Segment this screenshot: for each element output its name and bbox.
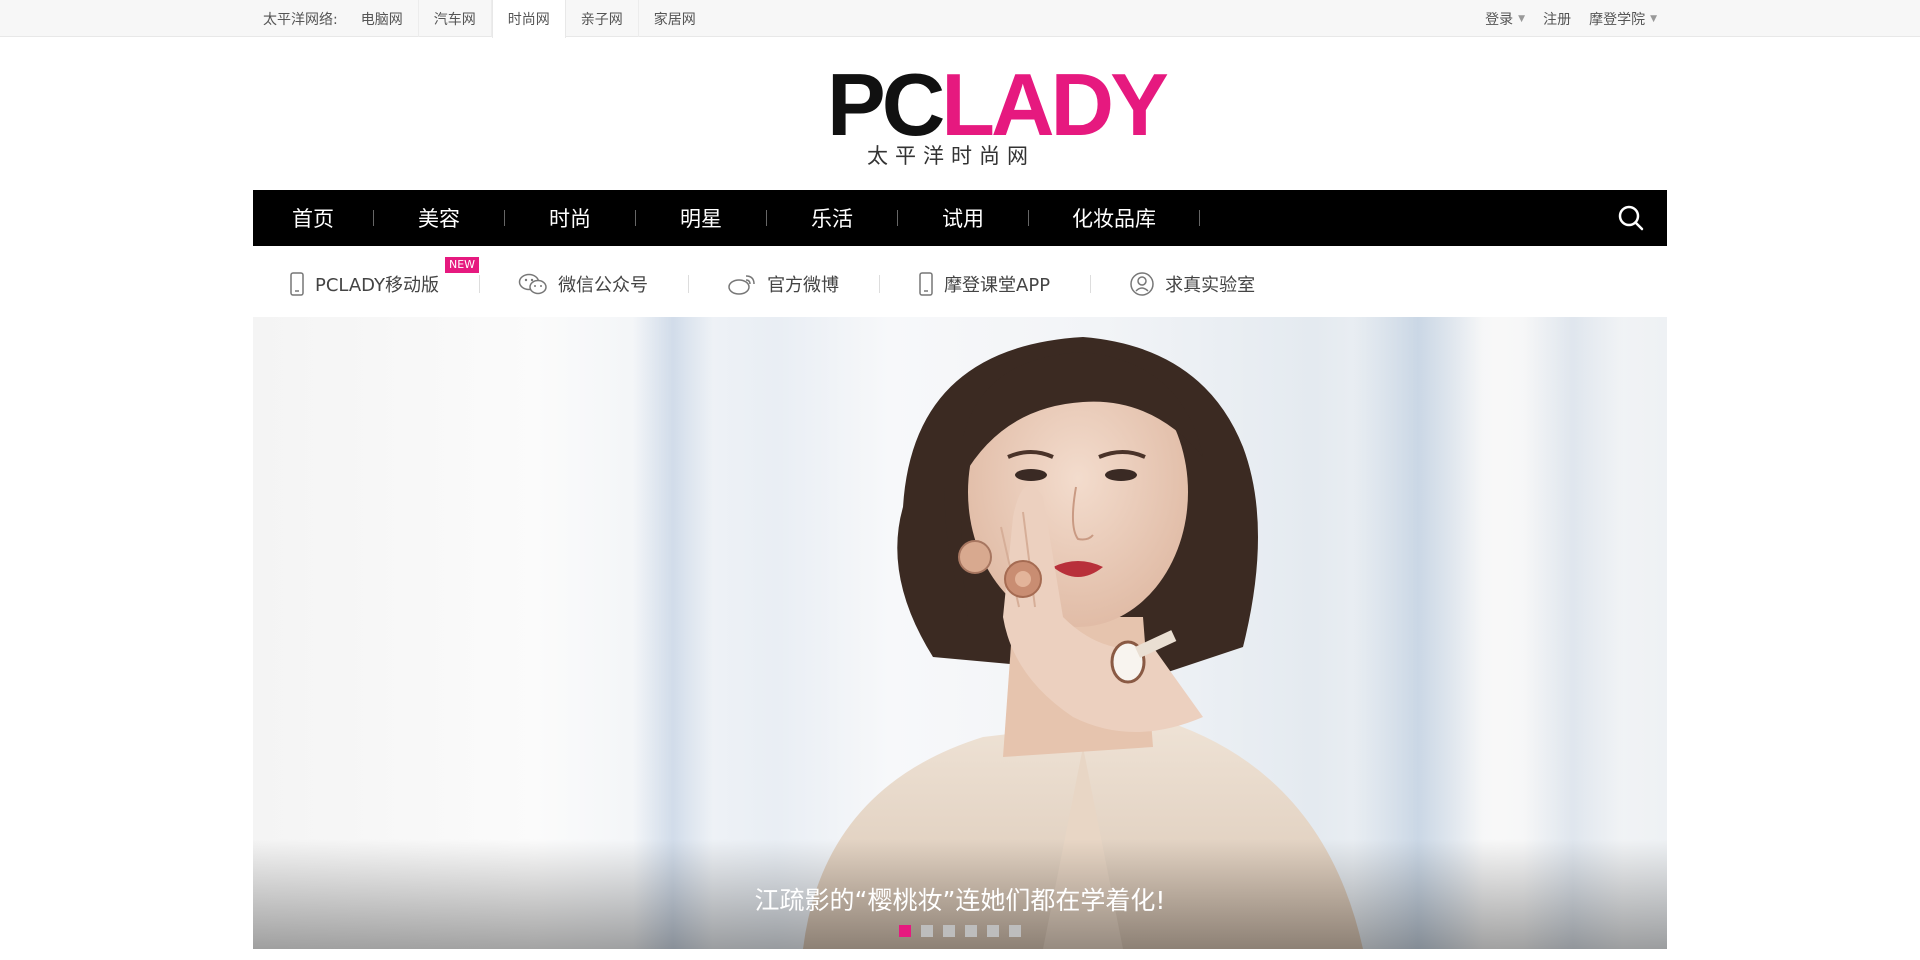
mobile-phone-icon [290,272,304,296]
register-link[interactable]: 注册 [1543,9,1571,29]
logo-wordmark: PCLADY [827,55,1169,154]
network-links: 太平洋网络: 电脑网 汽车网 时尚网 亲子网 家居网 [263,0,711,38]
sub-nav: PCLADY移动版 NEW 微信公众号 官方微博 摩登课堂APP 求真实验室 [253,256,1667,312]
new-badge: NEW [445,257,480,273]
subnav-label: PCLADY移动版 [315,275,440,296]
weibo-icon [728,275,755,295]
carousel-dot-5[interactable] [987,925,999,937]
subnav-divider [479,275,481,293]
login-link[interactable]: 登录 [1485,9,1513,29]
carousel-dot-3[interactable] [943,925,955,937]
network-link-shishang[interactable]: 时尚网 [491,0,566,38]
carousel-dot-6[interactable] [1009,925,1021,937]
wechat-icon [518,273,547,295]
subnav-label: 求真实验室 [1165,275,1256,296]
mobile-phone-icon [919,272,933,296]
subnav-label: 摩登课堂APP [944,275,1051,296]
academy-link[interactable]: 摩登学院 [1589,9,1645,29]
subnav-lab[interactable]: 求真实验室 [1129,256,1255,312]
subnav-weibo[interactable]: 官方微博 [727,256,839,312]
network-bar: 太平洋网络: 电脑网 汽车网 时尚网 亲子网 家居网 登录 ▼ 注册 摩登学院 … [0,0,1920,38]
nav-item-home[interactable]: 首页 [253,203,373,233]
hero-caption[interactable]: 江疏影的“樱桃妆”连她们都在学着化! [253,881,1667,917]
network-label: 太平洋网络: [263,11,338,28]
subnav-label: 官方微博 [767,275,840,296]
nav-item-cosmetics-library[interactable]: 化妆品库 [1029,203,1199,233]
search-icon[interactable] [1617,204,1645,232]
academy-dropdown[interactable]: 摩登学院 ▼ [1589,9,1657,29]
main-nav: 首页 美容 时尚 明星 乐活 试用 化妆品库 [253,190,1667,246]
subnav-mobile-version[interactable]: PCLADY移动版 NEW [289,256,480,312]
user-links: 登录 ▼ 注册 摩登学院 ▼ [1467,0,1657,37]
nav-item-beauty[interactable]: 美容 [374,203,504,233]
chevron-down-icon: ▼ [1650,13,1657,24]
subnav-label: 微信公众号 [558,275,649,296]
nav-item-fashion[interactable]: 时尚 [505,203,635,233]
lab-icon [1130,272,1154,296]
nav-divider [1199,210,1200,226]
subnav-modern-class-app[interactable]: 摩登课堂APP [918,256,1050,312]
carousel-pagination [253,925,1667,937]
carousel-dot-2[interactable] [921,925,933,937]
subnav-divider [879,275,881,293]
subnav-divider [688,275,690,293]
nav-item-lifestyle[interactable]: 乐活 [767,203,897,233]
logo-subtitle: 太平洋时尚网 [867,144,1035,168]
login-dropdown[interactable]: 登录 ▼ [1485,9,1525,29]
nav-item-stars[interactable]: 明星 [636,203,766,233]
chevron-down-icon: ▼ [1518,13,1526,24]
network-link-qiche[interactable]: 汽车网 [419,0,492,37]
subnav-wechat[interactable]: 微信公众号 [518,256,648,312]
carousel-dot-1[interactable] [899,925,911,937]
network-link-qinzi[interactable]: 亲子网 [566,0,639,37]
nav-item-trial[interactable]: 试用 [898,203,1028,233]
hero-carousel[interactable]: 江疏影的“樱桃妆”连她们都在学着化! [253,317,1667,949]
network-link-diannao[interactable]: 电脑网 [346,0,419,37]
network-link-jiaju[interactable]: 家居网 [639,0,711,37]
carousel-dot-4[interactable] [965,925,977,937]
site-logo[interactable]: PCLADY 太平洋时尚网 [827,61,1169,169]
subnav-divider [1090,275,1092,293]
